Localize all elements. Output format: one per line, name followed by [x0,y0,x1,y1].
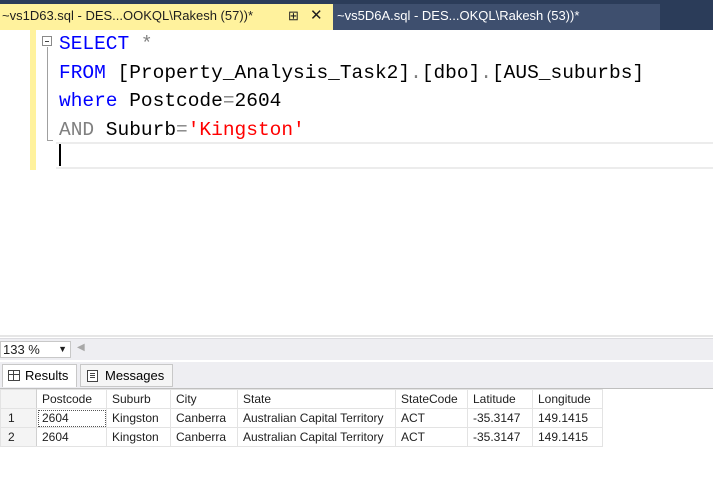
change-tracking-bar [30,30,36,170]
tab-results-label: Results [25,368,69,383]
row-number[interactable]: 1 [0,408,37,428]
messages-icon [87,370,98,382]
table-cell[interactable]: Kingston [106,427,171,447]
collapse-icon[interactable] [42,36,52,46]
table-cell[interactable]: -35.3147 [467,408,533,428]
results-tab-bar: Results Messages [0,362,713,388]
text-caret [59,144,61,166]
sql-keyword: SELECT [59,33,130,55]
tab-vs1D63[interactable]: ~vs1D63.sql - DES...OOKQL\Rakesh (57))* … [0,4,333,30]
sql-token: Postcode [117,90,223,112]
sql-token: [AUS_suburbs] [491,61,645,84]
sql-token: 2604 [234,90,282,112]
grid-icon [8,370,20,381]
sql-token: * [129,33,153,55]
sql-token: AND [59,118,95,141]
table-cell[interactable]: Australian Capital Territory [237,408,396,428]
table-cell[interactable]: ACT [395,408,468,428]
table-row[interactable]: 2 2604 Kingston Canberra Australian Capi… [0,427,603,447]
column-header[interactable]: State [237,389,396,409]
tab-messages[interactable]: Messages [80,364,173,387]
tab-vs5D6A[interactable]: ~vs5D6A.sql - DES...OKQL\Rakesh (53))* [333,4,660,30]
code-text[interactable]: SELECT * FROM [Property_Analysis_Task2].[… [59,30,644,144]
code-line[interactable]: where Postcode=2604 [59,87,644,116]
table-cell[interactable]: 2604 [36,427,107,447]
sql-token: [dbo] [421,61,481,84]
code-line[interactable]: FROM [Property_Analysis_Task2].[dbo].[AU… [59,59,644,88]
results-grid[interactable]: Postcode Suburb City State StateCode Lat… [0,388,713,485]
tab-title: ~vs5D6A.sql - DES...OKQL\Rakesh (53))* [337,8,580,23]
column-header[interactable]: City [170,389,238,409]
zoom-value: 133 % [3,342,40,357]
document-tab-bar: ~vs1D63.sql - DES...OOKQL\Rakesh (57))* … [0,0,713,30]
current-line-highlight [56,142,713,169]
table-cell[interactable]: 2604 [36,408,107,428]
code-line[interactable]: AND Suburb='Kingston' [59,116,644,145]
chevron-down-icon: ▼ [58,344,67,354]
sql-token: = [176,118,188,141]
zoom-bar: 133 % ▼ ◀ [0,338,713,360]
table-cell[interactable]: -35.3147 [467,427,533,447]
sql-keyword: where [59,90,118,112]
column-header[interactable]: Longitude [532,389,603,409]
table-cell[interactable]: Kingston [106,408,171,428]
column-header[interactable]: Latitude [467,389,533,409]
column-header[interactable]: StateCode [395,389,468,409]
table-cell[interactable]: Canberra [170,427,238,447]
scroll-left-icon[interactable]: ◀ [77,342,85,353]
sql-token: . [410,61,422,84]
table-cell[interactable]: Australian Capital Territory [237,427,396,447]
results-table[interactable]: Postcode Suburb City State StateCode Lat… [0,389,603,447]
header-row: Postcode Suburb City State StateCode Lat… [0,389,603,409]
tab-results[interactable]: Results [2,364,77,387]
column-header[interactable]: Suburb [106,389,171,409]
editor-bottom-edge [0,335,713,337]
table-cell[interactable]: ACT [395,427,468,447]
close-icon[interactable]: ✕ [310,4,323,28]
row-number-header [0,389,37,409]
tab-messages-label: Messages [105,368,165,383]
tab-title: ~vs1D63.sql - DES...OOKQL\Rakesh (57))* [2,8,254,23]
code-line[interactable]: SELECT * [59,30,644,59]
sql-keyword: FROM [59,61,106,84]
outline-guide [47,47,48,141]
sql-editor[interactable]: SELECT * FROM [Property_Analysis_Task2].[… [0,30,713,337]
table-cell[interactable]: 149.1415 [532,408,603,428]
row-number[interactable]: 2 [0,427,37,447]
table-row[interactable]: 1 2604 Kingston Canberra Australian Capi… [0,408,603,428]
table-cell[interactable]: 149.1415 [532,427,603,447]
sql-token: . [480,61,492,84]
zoom-select[interactable]: 133 % ▼ [0,341,71,358]
sql-token: [Property_Analysis_Task2] [105,61,411,84]
editor-margin [0,30,28,337]
sql-token: Suburb [94,118,177,141]
table-cell[interactable]: Canberra [170,408,238,428]
sql-token: = [222,90,235,112]
sql-string: 'Kingston' [187,118,305,141]
outline-guide-end [47,140,53,141]
column-header[interactable]: Postcode [36,389,107,409]
pin-icon[interactable]: ⊞ [288,4,299,28]
